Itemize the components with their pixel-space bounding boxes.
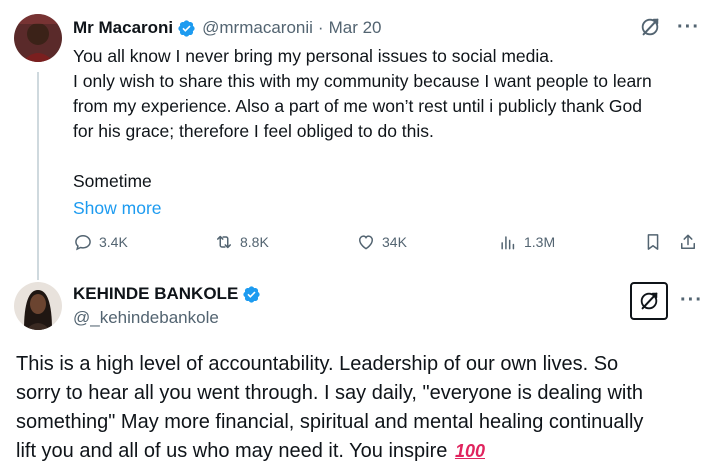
views-count: 1.3M <box>524 234 556 250</box>
share-button[interactable] <box>678 232 698 252</box>
reply-count: 3.4K <box>99 234 128 250</box>
tweet-metrics-bar: 3.4K 8.8K 34K 1.3M <box>73 230 703 254</box>
verified-badge-icon <box>177 19 196 38</box>
author-name[interactable]: KEHINDE BANKOLE <box>73 284 238 304</box>
grok-icon <box>640 292 658 310</box>
like-count: 34K <box>382 234 407 250</box>
tweet-text-line: something" May more financial, spiritual… <box>16 411 644 433</box>
like-button[interactable]: 34K <box>356 232 407 252</box>
repost-button[interactable]: 8.8K <box>214 232 269 252</box>
tweet-text-line: lift you and all of us who may need it. … <box>16 437 706 466</box>
grok-icon[interactable] <box>639 16 661 38</box>
hundred-points-emoji-icon: 100 <box>454 441 485 461</box>
tweet-text-line: Sometime <box>73 171 152 191</box>
tweet-header: KEHINDE BANKOLE <box>73 284 261 304</box>
tweet-text-line: sorry to hear all you went through. I sa… <box>16 382 644 404</box>
views-chart-icon <box>501 236 515 250</box>
avatar[interactable] <box>14 14 62 62</box>
tweet-header: Mr Macaroni @mrmacaronii · Mar 20 <box>73 18 382 38</box>
views-button[interactable]: 1.3M <box>498 232 555 252</box>
share-icon <box>681 234 695 249</box>
repost-count: 8.8K <box>240 234 269 250</box>
verified-badge-icon <box>242 285 261 304</box>
tweet-top-actions: ··· <box>639 16 700 38</box>
reply-button[interactable]: 3.4K <box>73 232 128 252</box>
thread-connector-line <box>37 72 39 280</box>
tweet-text-line: from my experience. Also a part of me wo… <box>73 96 643 116</box>
tweet-text: This is a high level of accountability. … <box>16 350 706 466</box>
more-options-icon[interactable]: ··· <box>680 290 703 310</box>
author-handle[interactable]: @mrmacaronii <box>202 18 313 38</box>
show-more-link[interactable]: Show more <box>73 196 162 221</box>
separator-dot: · <box>317 18 324 37</box>
reply-icon <box>75 234 91 251</box>
avatar[interactable] <box>14 282 62 330</box>
tweet-text-line: I only wish to share this with my commun… <box>73 71 652 91</box>
repost-icon <box>217 235 231 249</box>
tweet-text-line: This is a high level of accountability. … <box>16 353 619 375</box>
tweet-text-fragment: lift you and all of us who may need it. … <box>16 440 448 462</box>
tweet-text-line: You all know I never bring my personal i… <box>73 46 554 66</box>
tweet-text: You all know I never bring my personal i… <box>73 44 703 221</box>
author-handle[interactable]: @_kehindebankole <box>73 308 219 328</box>
tweet-date[interactable]: Mar 20 <box>329 18 382 38</box>
tweet-text-line: for his grace; therefore I feel obliged … <box>73 121 434 141</box>
bookmark-button[interactable] <box>643 232 663 252</box>
heart-icon <box>358 235 374 250</box>
more-options-icon[interactable]: ··· <box>677 17 700 37</box>
bookmark-icon <box>647 234 659 250</box>
author-name[interactable]: Mr Macaroni <box>73 18 173 38</box>
grok-button[interactable] <box>630 282 668 320</box>
